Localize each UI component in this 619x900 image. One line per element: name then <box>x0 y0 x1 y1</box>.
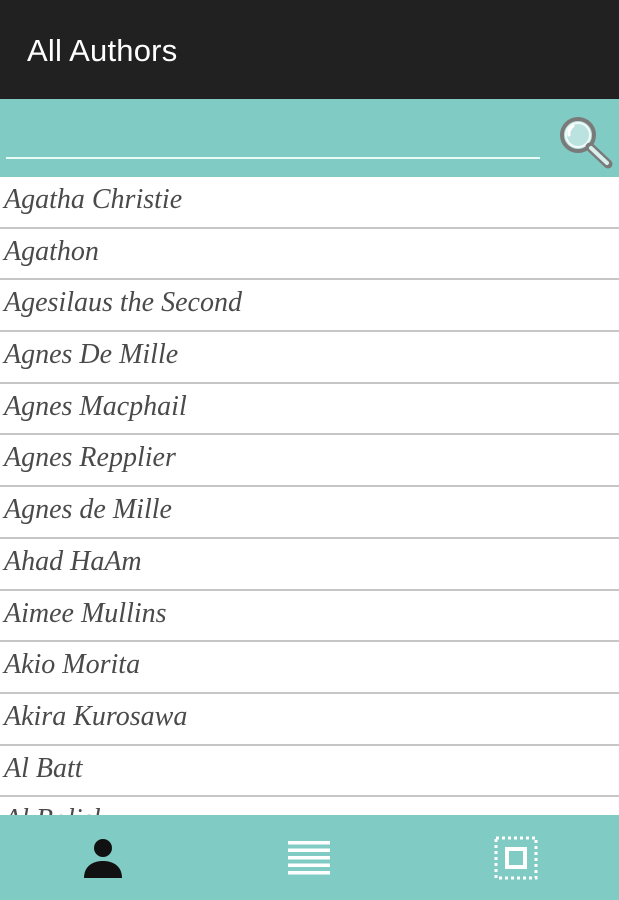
search-bar <box>0 99 619 177</box>
frame-icon <box>494 836 538 879</box>
author-list-item[interactable]: Ahad HaAm <box>0 538 619 591</box>
tab-frame[interactable] <box>413 815 619 900</box>
tab-list[interactable] <box>206 815 412 900</box>
author-list-item[interactable]: Agatha Christie <box>0 177 619 229</box>
tab-authors[interactable] <box>0 815 206 900</box>
app-bar: All Authors <box>0 0 619 99</box>
author-list-item[interactable]: Agesilaus the Second <box>0 280 619 333</box>
author-list-item[interactable]: Agathon <box>0 228 619 281</box>
author-list-item[interactable]: Akio Morita <box>0 642 619 694</box>
list-icon <box>288 840 331 874</box>
page-title: All Authors <box>27 33 178 68</box>
author-list-item[interactable]: Al Bolisk <box>0 797 619 815</box>
author-list-item[interactable]: Agnes De Mille <box>0 332 619 384</box>
bottom-nav <box>0 815 619 900</box>
person-icon <box>84 838 123 878</box>
author-list-item[interactable]: Aimee Mullins <box>0 590 619 643</box>
author-list-item[interactable]: Akira Kurosawa <box>0 693 619 746</box>
search-icon <box>560 117 613 169</box>
search-input[interactable] <box>6 123 540 159</box>
search-button[interactable] <box>553 111 615 171</box>
author-list-item[interactable]: Agnes de Mille <box>0 487 619 539</box>
author-list-item[interactable]: Agnes Repplier <box>0 435 619 488</box>
author-list: Agatha Christie Agathon Agesilaus the Seco… <box>0 177 619 815</box>
app-screen: All Authors Agatha Christie Agathon Agesil… <box>0 0 619 900</box>
author-list-item[interactable]: Agnes Macphail <box>0 383 619 436</box>
author-list-item[interactable]: Al Batt <box>0 745 619 798</box>
